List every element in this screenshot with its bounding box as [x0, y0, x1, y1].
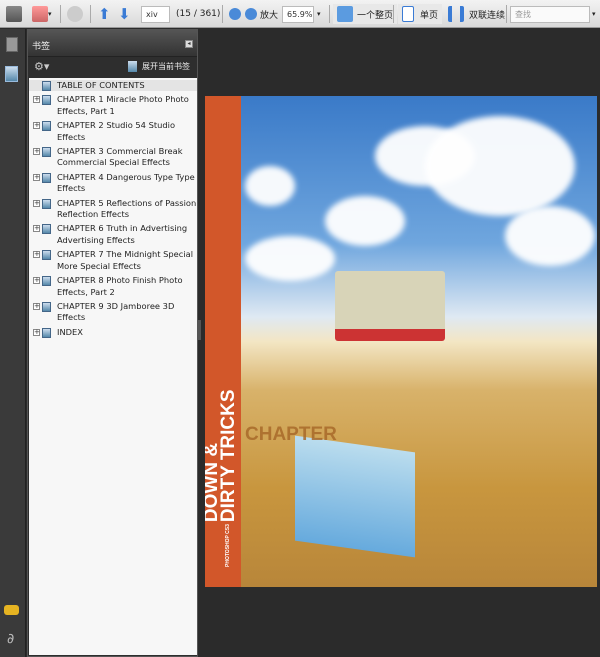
- arrow-down-icon: ⬇: [118, 5, 131, 23]
- bookmark-label: CHAPTER 6 Truth in Advertising Advertisi…: [57, 223, 188, 245]
- combine-harvester: [335, 271, 445, 341]
- cover-title: PHOTOSHOP CS3DOWN &DIRTY TRICKS: [205, 389, 239, 567]
- bookmark-item[interactable]: + CHAPTER 5 Reflections of Passion Reflec…: [29, 198, 197, 221]
- bookmark-item[interactable]: + CHAPTER 2 Studio 54 Studio Effects: [29, 120, 197, 143]
- bookmark-item[interactable]: + CHAPTER 7 The Midnight Special More Spe…: [29, 249, 197, 272]
- expand-icon[interactable]: +: [33, 225, 40, 233]
- expand-icon[interactable]: +: [33, 96, 40, 104]
- bookmark-icon: [42, 250, 51, 261]
- bookmark-label: TABLE OF CONTENTS: [57, 80, 145, 90]
- zoom-out-button[interactable]: [229, 4, 241, 24]
- attachment-icon[interactable]: ∂: [7, 631, 14, 647]
- bookmark-label: INDEX: [57, 326, 83, 337]
- blue-block: [295, 435, 415, 558]
- two-up-button[interactable]: 双联连续: [448, 4, 505, 24]
- bookmark-icon: [42, 121, 51, 132]
- bookmark-icon: [42, 81, 51, 91]
- expand-icon[interactable]: +: [33, 251, 40, 259]
- bookmark-label: CHAPTER 1 Miracle Photo Photo Effects, P…: [57, 94, 189, 116]
- zoom-in-label: 放大: [260, 10, 279, 21]
- page-number-input[interactable]: xiv: [141, 5, 170, 23]
- comment-icon: [67, 6, 83, 22]
- expand-icon[interactable]: +: [33, 173, 40, 181]
- previous-page-button[interactable]: ⬆: [98, 4, 111, 24]
- bookmarks-panel: 书签 ◂ ⚙▾ 展开当前书签 TABLE OF CONTENTS + CHAPTER …: [27, 29, 198, 657]
- toolbar: ▾ ⬆ ⬇ xiv (15 / 361) 放大 65.9% ▾ 一个整页 单页 双…: [0, 0, 600, 28]
- bookmark-icon: [42, 301, 51, 312]
- single-page-icon: [402, 6, 414, 22]
- export-button[interactable]: ▾: [32, 4, 52, 24]
- bookmark-item[interactable]: + CHAPTER 8 Photo Finish Photo Effects, P…: [29, 275, 197, 298]
- bookmark-icon: [42, 224, 51, 235]
- search-dropdown-icon[interactable]: ▾: [592, 10, 596, 18]
- single-page-label: 单页: [420, 10, 439, 21]
- expand-bookmark-button[interactable]: 展开当前书签: [128, 61, 190, 72]
- expand-icon[interactable]: +: [33, 122, 40, 130]
- search-input[interactable]: 查找: [510, 5, 590, 23]
- bookmark-label: CHAPTER 5 Reflections of Passion Reflect…: [57, 197, 197, 220]
- bookmark-icon: [42, 198, 51, 209]
- bookmark-item[interactable]: + INDEX: [29, 327, 197, 338]
- expand-bookmark-label: 展开当前书签: [142, 62, 190, 71]
- print-button[interactable]: [6, 4, 22, 24]
- bookmark-item[interactable]: TABLE OF CONTENTS: [29, 80, 197, 92]
- single-page-button[interactable]: 单页: [398, 4, 443, 24]
- comment-button[interactable]: [67, 4, 83, 24]
- minus-circle-icon: [229, 8, 241, 20]
- next-page-button[interactable]: ⬇: [118, 4, 131, 24]
- bookmark-label: CHAPTER 9 3D Jamboree 3D Effects: [57, 300, 175, 323]
- arrow-up-icon: ⬆: [98, 5, 111, 23]
- cover-spine: PHOTOSHOP CS3DOWN &DIRTY TRICKS: [205, 96, 241, 587]
- cover-overlay-text: CHAPTER: [245, 424, 337, 445]
- bookmark-item[interactable]: + CHAPTER 9 3D Jamboree 3D Effects: [29, 301, 197, 324]
- printer-icon: [6, 6, 22, 22]
- bookmark-icon: [42, 172, 51, 183]
- zoom-input[interactable]: 65.9%: [282, 5, 314, 23]
- fit-page-label: 一个整页: [357, 10, 394, 21]
- bookmark-label: CHAPTER 2 Studio 54 Studio Effects: [57, 120, 176, 142]
- bookmarks-icon[interactable]: [5, 66, 18, 82]
- panel-title: 书签: [32, 42, 51, 52]
- bookmark-label: CHAPTER 7 The Midnight Special More Spec…: [57, 249, 194, 271]
- plus-circle-icon: [245, 8, 257, 20]
- navigation-strip: ∂: [0, 29, 26, 657]
- panel-resize-handle[interactable]: [198, 320, 201, 340]
- bookmark-label: CHAPTER 3 Commercial Break Commercial Sp…: [57, 146, 183, 168]
- expand-icon[interactable]: +: [33, 199, 40, 207]
- bookmark-icon: [42, 276, 51, 287]
- zoom-dropdown-icon[interactable]: ▾: [317, 10, 321, 18]
- fit-page-icon: [337, 6, 353, 22]
- comments-icon[interactable]: [4, 605, 19, 615]
- expand-icon[interactable]: +: [33, 302, 40, 310]
- collapse-panel-button[interactable]: ◂: [185, 40, 193, 48]
- bookmark-label: CHAPTER 4 Dangerous Type Type Effects: [57, 171, 195, 194]
- bookmark-list: TABLE OF CONTENTS + CHAPTER 1 Miracle Phot…: [29, 78, 197, 655]
- two-up-label: 双联连续: [469, 10, 506, 21]
- fit-page-button[interactable]: 一个整页: [333, 4, 398, 24]
- bookmark-icon: [42, 95, 51, 106]
- expand-icon[interactable]: +: [33, 148, 40, 156]
- export-icon: [32, 6, 48, 22]
- two-up-icon: [448, 6, 464, 22]
- bookmark-item[interactable]: + CHAPTER 4 Dangerous Type Type Effects: [29, 172, 197, 195]
- expand-icon[interactable]: +: [33, 277, 40, 285]
- zoom-in-button[interactable]: 放大: [245, 4, 278, 24]
- bookmark-item[interactable]: + CHAPTER 3 Commercial Break Commercial S…: [29, 146, 197, 169]
- page-count: (15 / 361): [176, 9, 221, 19]
- options-gear-icon[interactable]: ⚙▾: [34, 60, 49, 73]
- expand-bookmark-icon: [128, 61, 137, 72]
- pages-icon[interactable]: [6, 37, 18, 52]
- bookmark-icon: [42, 327, 51, 338]
- document-page: CHAPTER PHOTOSHOP CS3DOWN &DIRTY TRICKS: [205, 96, 597, 587]
- expand-icon[interactable]: +: [33, 328, 40, 336]
- bookmark-item[interactable]: + CHAPTER 6 Truth in Advertising Advertis…: [29, 223, 197, 246]
- bookmark-label: CHAPTER 8 Photo Finish Photo Effects, Pa…: [57, 275, 183, 297]
- bookmark-icon: [42, 147, 51, 158]
- bookmark-item[interactable]: + CHAPTER 1 Miracle Photo Photo Effects, …: [29, 94, 197, 117]
